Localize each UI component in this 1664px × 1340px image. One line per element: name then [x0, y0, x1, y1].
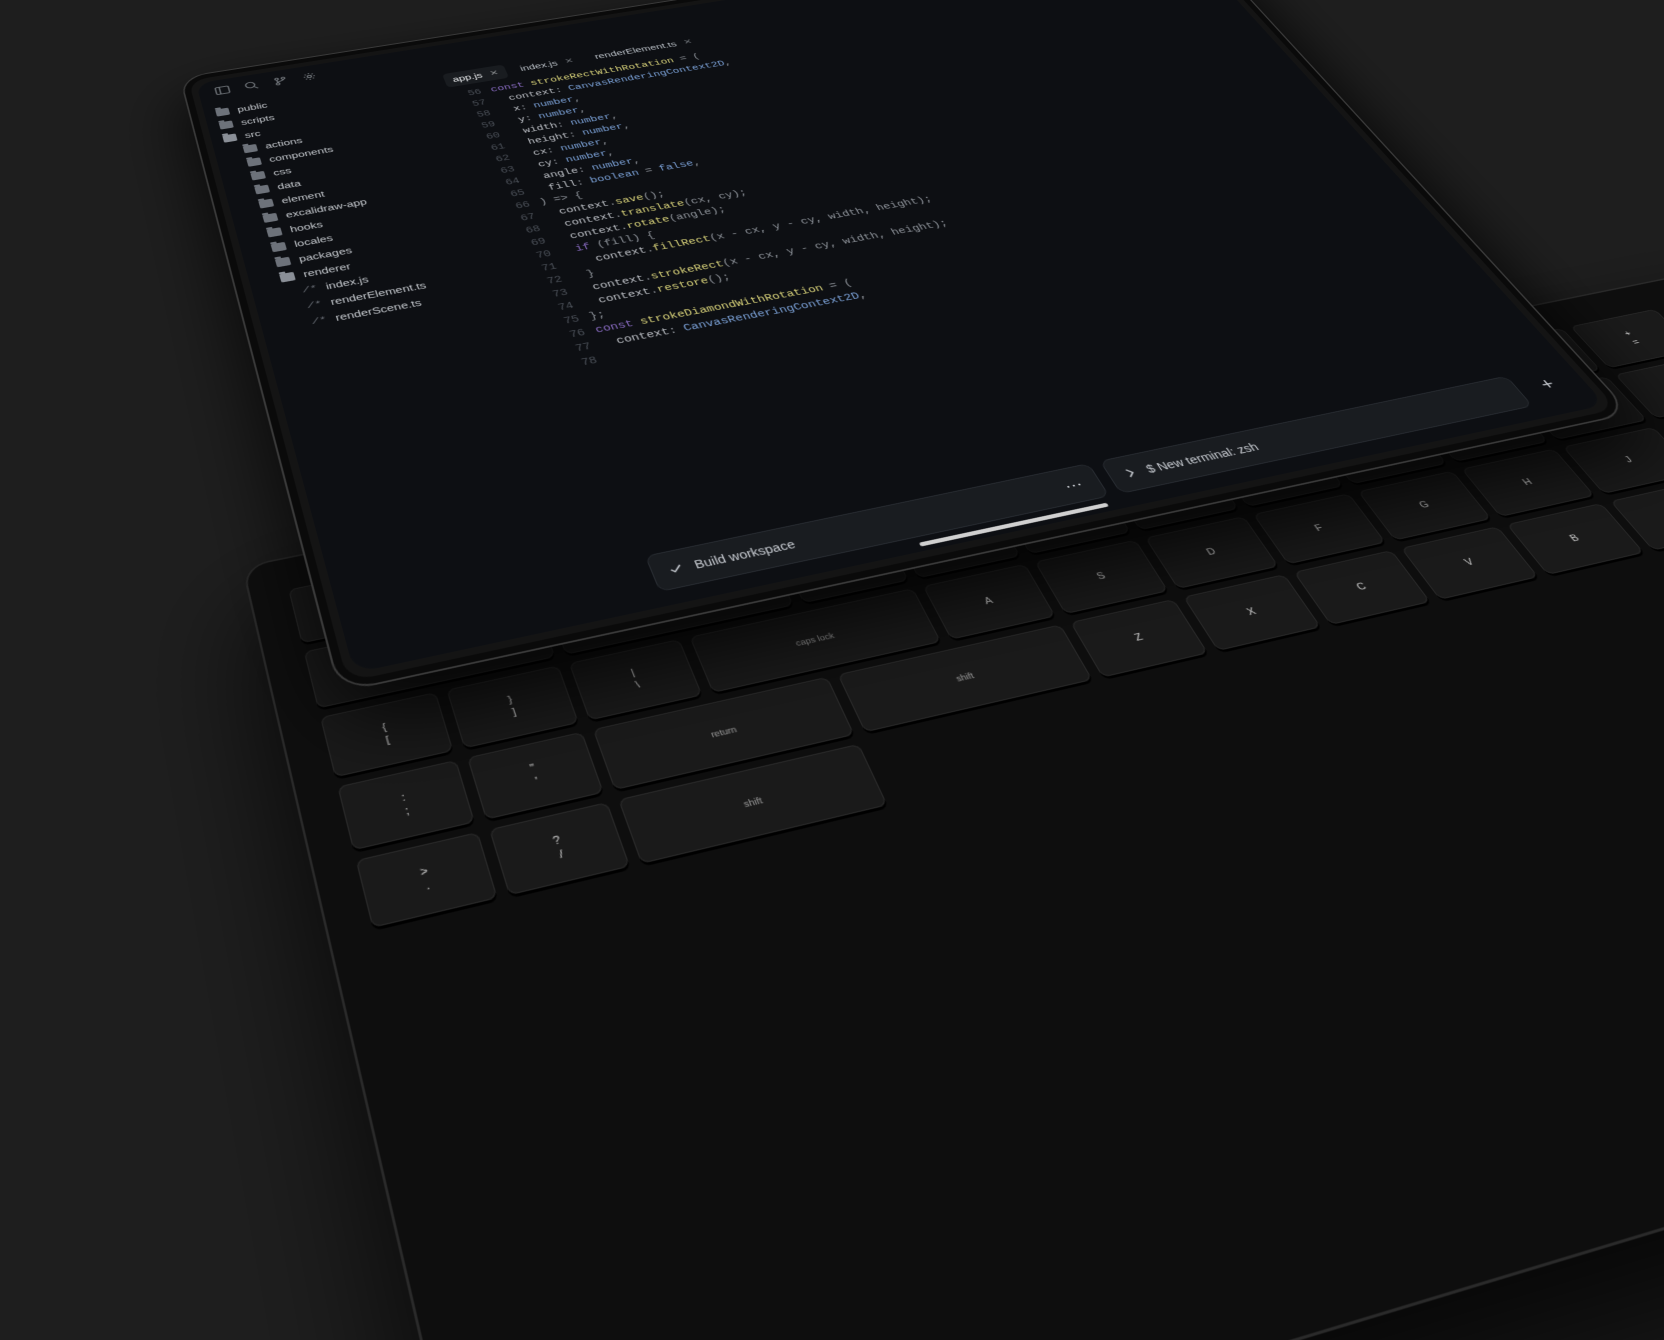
key[interactable]: F	[1253, 493, 1387, 564]
folder-icon	[271, 242, 287, 252]
folder-icon	[246, 157, 262, 167]
folder-icon	[279, 272, 296, 283]
key[interactable]: >.	[356, 832, 498, 928]
close-icon[interactable]: ✕	[682, 37, 694, 46]
check-icon	[667, 562, 686, 576]
folder-icon	[215, 108, 230, 117]
folder-icon	[219, 120, 234, 129]
key[interactable]: D	[1145, 516, 1279, 589]
tab-label: app.js	[451, 71, 484, 83]
file-icon: /*	[306, 299, 323, 310]
folder-icon	[250, 171, 266, 181]
folder-icon	[222, 133, 237, 142]
settings-icon[interactable]	[299, 70, 320, 83]
file-icon: /*	[301, 284, 318, 295]
sidebar-toggle-icon[interactable]	[212, 84, 233, 97]
folder-icon	[258, 199, 274, 209]
folder-icon	[266, 227, 282, 237]
tree-item-label: css	[272, 166, 292, 177]
tree-item-label: src	[244, 129, 262, 140]
close-icon[interactable]: ✕	[563, 57, 575, 66]
folder-icon	[243, 144, 258, 153]
tree-item-label: data	[276, 179, 302, 191]
key[interactable]: S	[1035, 540, 1169, 614]
key[interactable]: Z	[1070, 599, 1208, 677]
chevron-right-icon	[1123, 467, 1140, 478]
folder-icon	[254, 185, 270, 195]
file-icon: /*	[311, 315, 328, 326]
tab-label: index.js	[519, 59, 559, 72]
key[interactable]: A	[922, 564, 1056, 640]
folder-icon	[275, 257, 292, 268]
search-icon[interactable]	[241, 79, 262, 92]
branch-icon[interactable]	[270, 74, 291, 87]
new-terminal-label: $ New terminal: zsh	[1143, 441, 1261, 475]
key[interactable]: ?/	[489, 802, 631, 895]
key[interactable]: X	[1183, 574, 1321, 651]
close-icon[interactable]: ✕	[488, 69, 500, 78]
folder-icon	[262, 213, 278, 223]
build-workspace-label: Build workspace	[692, 538, 797, 571]
build-more-icon[interactable]: ⋯	[1060, 475, 1088, 494]
